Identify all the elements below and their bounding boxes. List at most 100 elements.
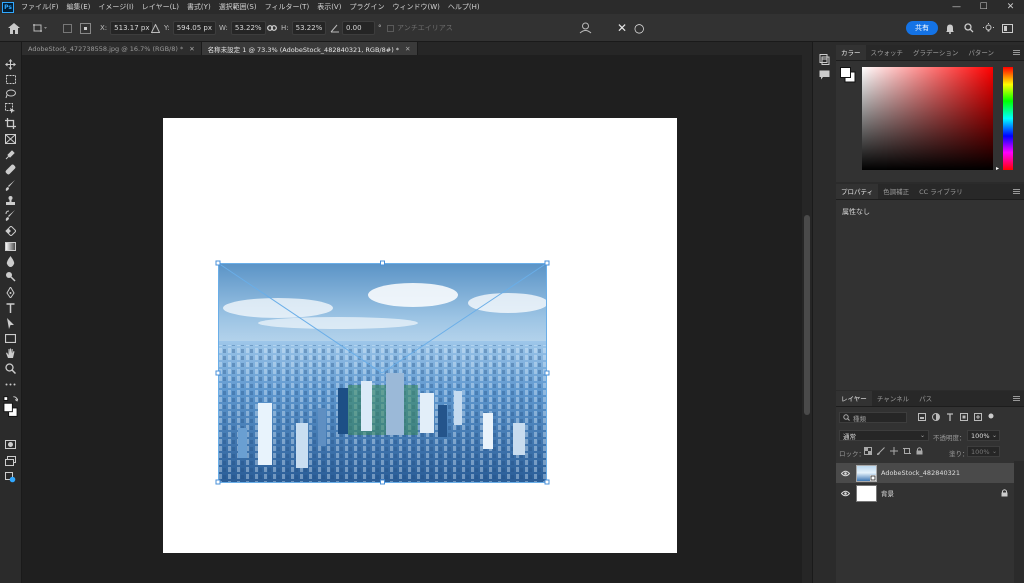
height-field[interactable]: 53.22% (291, 21, 327, 35)
crop-tool-icon[interactable] (3, 117, 18, 130)
brush-tool-icon[interactable] (3, 179, 18, 192)
eye-icon[interactable] (841, 490, 850, 497)
eye-icon[interactable] (841, 470, 850, 477)
move-tool-icon[interactable] (3, 58, 18, 71)
menu-help[interactable]: ヘルプ(H) (444, 0, 484, 14)
lock-artboard-icon[interactable] (903, 447, 911, 455)
vertical-scrollbar[interactable] (802, 55, 812, 583)
menu-image[interactable]: イメージ(I) (94, 0, 137, 14)
placed-image-layer[interactable] (163, 118, 677, 553)
layer-row-adobestock[interactable]: AdobeStock_482840321 (836, 463, 1014, 483)
menu-window[interactable]: ウィンドウ(W) (388, 0, 443, 14)
tab-properties[interactable]: プロパティ (836, 184, 879, 199)
close-window-button[interactable]: ✕ (997, 0, 1024, 14)
y-position-field[interactable]: 594.05 px (172, 21, 217, 35)
tab-swatches[interactable]: スウォッチ (866, 45, 909, 60)
panel-menu-icon[interactable] (1013, 189, 1020, 194)
filter-adjustment-icon[interactable] (932, 413, 940, 421)
menu-edit[interactable]: 編集(E) (63, 0, 95, 14)
commit-transform-button[interactable]: ○ (634, 14, 644, 42)
menu-view[interactable]: 表示(V) (313, 0, 345, 14)
lock-all-icon[interactable] (916, 447, 923, 455)
lasso-tool-icon[interactable] (3, 87, 18, 100)
screen-mode-icon[interactable] (3, 454, 18, 467)
quick-mask-icon[interactable] (3, 438, 18, 451)
tab-document-2[interactable]: 名称未設定 1 @ 73.3% (AdobeStock_482840321, R… (201, 42, 418, 55)
tab-layers[interactable]: レイヤー (836, 391, 872, 406)
color-picker-field[interactable] (862, 67, 993, 170)
more-tools-icon[interactable] (3, 378, 18, 391)
notifications-icon[interactable] (945, 14, 955, 42)
maximize-button[interactable]: ☐ (970, 0, 997, 14)
minimize-button[interactable]: — (943, 0, 970, 14)
color-swatch-fg-bg[interactable] (840, 67, 856, 83)
angle-field[interactable]: 0.00 (342, 21, 375, 35)
width-field[interactable]: 53.22% (230, 21, 266, 35)
tab-gradients[interactable]: グラデーション (908, 45, 963, 60)
tab-patterns[interactable]: パターン (963, 45, 999, 60)
filter-toggle-icon[interactable] (988, 413, 994, 419)
dodge-tool-icon[interactable] (3, 270, 18, 283)
clone-stamp-tool-icon[interactable] (3, 194, 18, 207)
discover-lightbulb-icon[interactable] (983, 14, 994, 42)
close-tab-icon[interactable]: ✕ (405, 45, 410, 53)
menu-file[interactable]: ファイル(F) (17, 0, 63, 14)
link-aspect-icon[interactable] (267, 14, 277, 42)
panel-menu-icon[interactable] (1013, 50, 1020, 55)
menu-select[interactable]: 選択範囲(S) (215, 0, 261, 14)
hue-slider-marker-icon[interactable]: ▸ (996, 165, 999, 172)
eyedropper-tool-icon[interactable] (3, 148, 18, 161)
pen-tool-icon[interactable] (3, 286, 18, 299)
blur-tool-icon[interactable] (3, 255, 18, 268)
document-canvas[interactable] (163, 118, 677, 553)
cancel-transform-button[interactable]: ✕ (617, 14, 627, 42)
filter-smart-object-icon[interactable] (974, 413, 982, 421)
frame-tool-icon[interactable] (3, 132, 18, 145)
marquee-tool-icon[interactable] (3, 73, 18, 86)
workspace-layout-icon[interactable] (1002, 14, 1013, 42)
lock-position-icon[interactable] (890, 447, 898, 455)
healing-brush-tool-icon[interactable] (3, 163, 18, 176)
foreground-background-color-swatch[interactable] (3, 392, 18, 422)
scrollbar-thumb[interactable] (804, 215, 810, 415)
gradient-tool-icon[interactable] (3, 240, 18, 253)
search-icon[interactable] (964, 14, 974, 42)
filter-shape-icon[interactable] (960, 413, 968, 421)
opacity-field[interactable]: 100% ⌄ (967, 430, 1000, 441)
tab-channels[interactable]: チャンネル (872, 391, 914, 406)
tab-paths[interactable]: パス (914, 391, 937, 406)
menu-plugins[interactable]: プラグイン (345, 0, 388, 14)
menu-type[interactable]: 書式(Y) (183, 0, 215, 14)
lock-transparent-pixels-icon[interactable] (864, 447, 872, 455)
blend-mode-select[interactable]: 通常 ⌄ (839, 430, 929, 441)
layer-row-background[interactable]: 背景 (836, 483, 1014, 503)
tab-color[interactable]: カラー (836, 45, 866, 60)
panel-menu-icon[interactable] (1013, 396, 1020, 401)
menu-layer[interactable]: レイヤー(L) (138, 0, 183, 14)
type-tool-icon[interactable] (3, 301, 18, 314)
tab-adjustments[interactable]: 色調補正 (878, 184, 914, 199)
antialias-checkbox[interactable] (387, 24, 394, 32)
relative-position-icon[interactable] (151, 14, 160, 42)
comments-panel-icon[interactable] (819, 70, 830, 82)
tab-cc-libraries[interactable]: CC ライブラリ (914, 184, 968, 199)
x-position-field[interactable]: 513.17 px (110, 21, 154, 35)
fill-field[interactable]: 100% ⌄ (967, 446, 1000, 457)
lock-image-pixels-icon[interactable] (877, 447, 885, 455)
history-brush-tool-icon[interactable] (3, 209, 18, 222)
lock-icon[interactable] (1001, 489, 1008, 497)
hand-tool-icon[interactable] (3, 347, 18, 360)
share-button[interactable]: 共有 (906, 21, 938, 35)
home-icon[interactable] (8, 14, 20, 42)
reference-point-locator-icon[interactable] (80, 14, 91, 42)
filter-pixel-icon[interactable] (918, 413, 926, 421)
warp-mode-icon[interactable] (579, 14, 592, 42)
history-panel-icon[interactable] (819, 54, 830, 67)
close-tab-icon[interactable]: ✕ (189, 45, 194, 53)
hue-slider[interactable] (1003, 67, 1013, 170)
menu-filter[interactable]: フィルター(T) (261, 0, 314, 14)
zoom-tool-icon[interactable] (3, 362, 18, 375)
filter-type-icon[interactable] (946, 413, 954, 421)
layers-panel-scrollbar[interactable] (1014, 461, 1024, 583)
object-selection-tool-icon[interactable] (3, 102, 18, 115)
